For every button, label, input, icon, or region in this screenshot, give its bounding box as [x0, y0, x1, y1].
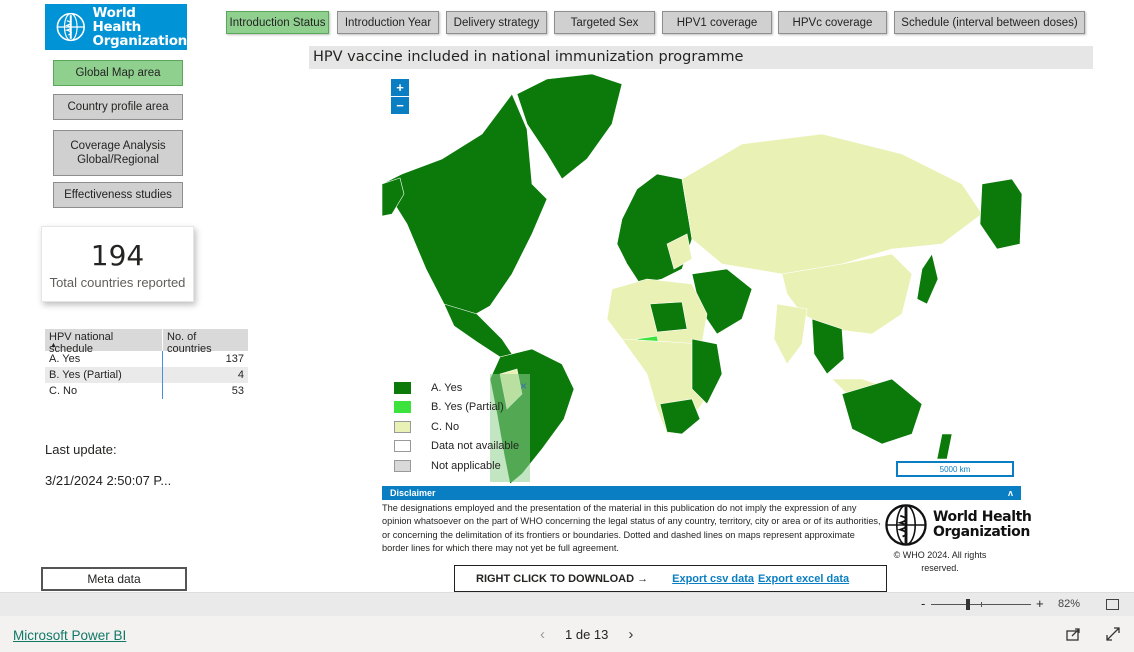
legend-item: B. Yes (Partial) — [394, 398, 519, 418]
nav-global-map[interactable]: Global Map area — [53, 60, 183, 86]
legend-swatch-not-applicable — [394, 459, 411, 472]
legend-swatch-yes — [394, 381, 411, 394]
map-scale-bar: 5000 km — [896, 461, 1014, 477]
legend-item: Not applicable — [394, 456, 519, 476]
last-update-value: 3/21/2024 2:50:07 P... — [45, 473, 172, 488]
map-region-japan — [916, 253, 939, 305]
disclaimer-header[interactable]: Disclaimer ʌ — [382, 486, 1021, 500]
logo-line1: World Health — [92, 5, 142, 35]
table-row[interactable]: B. Yes (Partial) 4 — [45, 367, 248, 383]
download-panel: RIGHT CLICK TO DOWNLOAD → Export csv dat… — [454, 565, 887, 592]
map-region-north-america — [382, 93, 548, 320]
legend-item: Data not available — [394, 437, 519, 457]
legend-item: A. Yes — [394, 378, 519, 398]
legend-item: C. No — [394, 417, 519, 437]
map-region-southern-africa — [659, 398, 701, 435]
legend-label: C. No — [431, 420, 460, 433]
zoom-out-button[interactable]: - — [921, 596, 925, 611]
sort-ascending-icon: ▲ — [50, 342, 57, 349]
export-excel-link[interactable]: Export excel data — [758, 573, 849, 585]
legend-swatch-partial — [394, 401, 411, 414]
row-count: 4 — [237, 369, 244, 381]
who-logo-footer: World Health Organization — [883, 502, 1032, 548]
map-region-india — [773, 303, 808, 365]
tab-hpv1-coverage[interactable]: HPV1 coverage — [662, 11, 772, 34]
who-emblem-icon — [885, 504, 927, 546]
disclaimer-text: The designations employed and the presen… — [382, 503, 881, 553]
page-navigator: ‹ 1 de 13 › — [540, 626, 633, 643]
collapse-icon[interactable]: ʌ — [1008, 486, 1013, 500]
legend-label: Data not available — [431, 440, 520, 453]
last-update-label: Last update: — [45, 442, 117, 457]
row-count: 53 — [231, 385, 244, 397]
who-emblem-icon — [56, 12, 85, 42]
share-icon[interactable] — [1066, 627, 1082, 641]
tab-delivery-strategy[interactable]: Delivery strategy — [446, 11, 547, 34]
zoom-in-button[interactable]: + — [1036, 596, 1044, 611]
zoom-slider-handle[interactable] — [966, 599, 970, 610]
footer-logo-line2: Organization — [933, 524, 1030, 540]
tab-targeted-sex[interactable]: Targeted Sex — [554, 11, 655, 34]
bottom-bar: Microsoft Power BI ‹ 1 de 13 › — [0, 616, 1134, 652]
table-header: HPV national schedule ▲ No. of countries — [45, 329, 248, 355]
who-logo: World Health Organization — [45, 4, 187, 50]
disclaimer-title: Disclaimer — [390, 488, 436, 498]
schedule-table: HPV national schedule ▲ No. of countries… — [45, 329, 248, 399]
kpi-value: 194 — [90, 238, 145, 272]
map-region-russia — [681, 133, 983, 275]
row-label: B. Yes (Partial) — [45, 367, 163, 383]
column-header-count[interactable]: No. of countries — [163, 329, 248, 355]
zoom-level: 82% — [1058, 598, 1081, 610]
meta-data-button[interactable]: Meta data — [41, 567, 187, 591]
tab-introduction-status[interactable]: Introduction Status — [226, 11, 329, 34]
legend-label: Not applicable — [431, 459, 501, 472]
legend-label: B. Yes (Partial) — [431, 401, 504, 414]
total-countries-card: 194 Total countries reported — [41, 226, 194, 302]
copyright-text: © WHO 2024. All rights reserved. — [893, 550, 987, 573]
legend-close-icon[interactable]: × — [520, 379, 527, 393]
map-zoom-in-button[interactable]: + — [391, 79, 409, 96]
legend-swatch-no — [394, 420, 411, 433]
export-csv-link[interactable]: Export csv data — [672, 573, 754, 585]
map-region-new-zealand — [936, 433, 953, 460]
nav-coverage-analysis[interactable]: Coverage Analysis Global/Regional — [53, 130, 183, 176]
power-bi-link[interactable]: Microsoft Power BI — [13, 628, 126, 643]
tab-introduction-year[interactable]: Introduction Year — [337, 11, 439, 34]
nav-country-profile[interactable]: Country profile area — [53, 94, 183, 120]
map-region-greenland — [516, 74, 623, 180]
map-zoom-out-button[interactable]: − — [391, 97, 409, 114]
table-row[interactable]: C. No 53 — [45, 383, 248, 399]
map-title: HPV vaccine included in national immuniz… — [309, 46, 1093, 69]
nav-effectiveness-studies[interactable]: Effectiveness studies — [53, 182, 183, 208]
page-indicator: 1 de 13 — [565, 627, 609, 642]
footer-logo-line1: World Health — [933, 509, 1032, 525]
zoom-slider-tick — [981, 602, 982, 607]
map-region-chukotka — [979, 178, 1022, 250]
kpi-label: Total countries reported — [49, 274, 186, 290]
tab-schedule-interval[interactable]: Schedule (interval between doses) — [894, 11, 1085, 34]
row-label: C. No — [45, 383, 163, 399]
column-header-schedule[interactable]: HPV national schedule ▲ — [45, 329, 163, 355]
zoom-bar: - + 82% — [0, 592, 1134, 616]
legend-swatch-not-available — [394, 440, 411, 453]
next-page-icon[interactable]: › — [628, 626, 633, 643]
tab-hpvc-coverage[interactable]: HPVc coverage — [778, 11, 887, 34]
map-legend: A. Yes B. Yes (Partial) C. No Data not a… — [394, 378, 519, 476]
fullscreen-icon[interactable] — [1106, 627, 1120, 641]
fit-to-page-icon[interactable] — [1106, 599, 1119, 610]
previous-page-icon[interactable]: ‹ — [540, 626, 545, 643]
legend-label: A. Yes — [431, 381, 463, 394]
download-instruction: RIGHT CLICK TO DOWNLOAD → — [476, 572, 649, 585]
logo-line2: Organization — [92, 33, 188, 49]
map-region-europe — [616, 173, 693, 285]
